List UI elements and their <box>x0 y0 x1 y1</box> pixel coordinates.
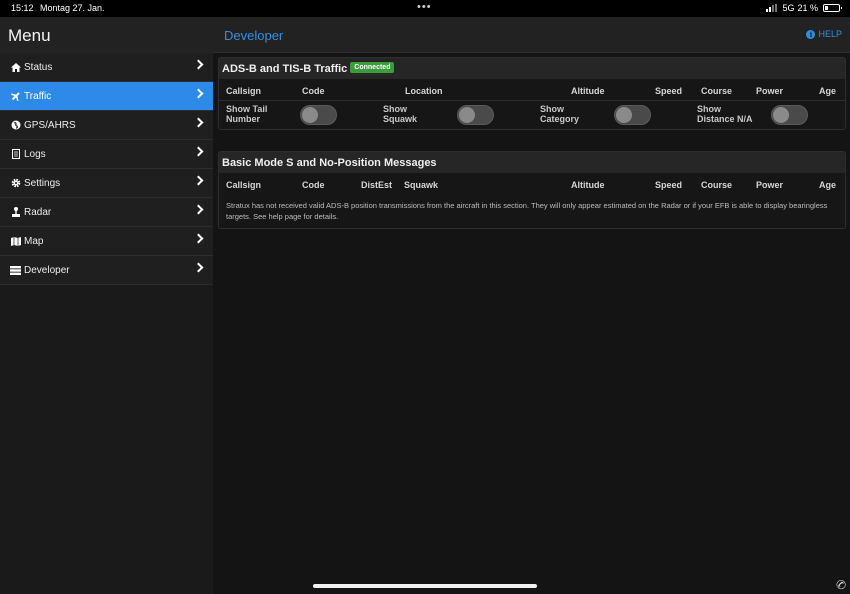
traffic-toggles-row: Show Tail Number Show Squawk Show Category … <box>219 101 845 129</box>
server-icon <box>10 265 21 275</box>
sidebar-item-radar[interactable]: Radar <box>0 198 213 227</box>
menu-title: Menu <box>0 17 213 53</box>
column-header[interactable]: Callsign <box>226 180 261 190</box>
network-label: 5G <box>782 3 795 13</box>
traffic-panel: ADS-B and TIS-B Traffic Connected Callsi… <box>218 57 846 130</box>
sidebar-item-label: Developer <box>24 264 70 276</box>
home-indicator[interactable] <box>313 584 537 588</box>
page-header: Developer i HELP <box>213 17 850 53</box>
column-header[interactable]: Squawk <box>404 180 438 190</box>
mode-s-panel-title: Basic Mode S and No-Position Messages <box>222 157 437 169</box>
status-time: 15:12 <box>11 3 34 13</box>
mode-s-table-header: Callsign Code DistEst Squawk Altitude Sp… <box>219 173 845 195</box>
battery-icon <box>823 4 842 12</box>
toggle-label: Show Squawk <box>383 104 418 124</box>
globe-icon <box>10 120 21 130</box>
traffic-table-header: Callsign Code Location Altitude Speed Co… <box>219 79 845 101</box>
column-header[interactable]: Callsign <box>226 86 261 96</box>
show-squawk-toggle[interactable] <box>457 105 494 125</box>
sidebar-item-map[interactable]: Map <box>0 227 213 256</box>
chevron-right-icon <box>193 59 204 70</box>
sidebar-item-traffic[interactable]: Traffic <box>0 82 213 111</box>
chevron-right-icon <box>193 117 204 128</box>
chevron-right-icon <box>193 175 204 186</box>
column-header[interactable]: Power <box>756 180 783 190</box>
column-header[interactable]: Course <box>701 180 732 190</box>
phone-icon[interactable]: ✆ <box>834 577 848 594</box>
info-icon: i <box>806 29 816 39</box>
sidebar-item-label: Settings <box>24 177 61 189</box>
toggle-label: Show Distance N/A <box>697 104 753 124</box>
column-header[interactable]: Altitude <box>571 86 605 96</box>
sidebar-item-settings[interactable]: Settings <box>0 169 213 198</box>
sidebar-item-label: GPS/AHRS <box>24 119 76 131</box>
column-header[interactable]: Age <box>819 86 836 96</box>
chevron-right-icon <box>193 233 204 244</box>
sidebar-item-label: Map <box>24 235 44 247</box>
signal-icon <box>766 4 778 12</box>
multitasking-dots-icon[interactable]: ••• <box>417 1 432 13</box>
show-tail-number-toggle[interactable] <box>300 105 337 125</box>
map-icon <box>10 236 21 246</box>
status-date: Montag 27. Jan. <box>40 3 105 13</box>
battery-label: 21 % <box>797 3 818 13</box>
column-header[interactable]: Location <box>405 86 443 96</box>
traffic-panel-header: ADS-B and TIS-B Traffic Connected <box>219 58 845 79</box>
sidebar-item-label: Radar <box>24 206 52 218</box>
sidebar-item-status[interactable]: Status <box>0 53 213 82</box>
column-header[interactable]: Course <box>701 86 732 96</box>
mode-s-panel-header: Basic Mode S and No-Position Messages <box>219 152 845 173</box>
home-icon <box>10 62 21 72</box>
sidebar: Menu Status Traffic GPS/AHRS Logs Settin… <box>0 17 213 594</box>
sidebar-item-developer[interactable]: Developer <box>0 256 213 285</box>
chevron-right-icon <box>193 146 204 157</box>
chevron-right-icon <box>193 88 204 99</box>
status-right: 5G 21 % <box>766 3 842 13</box>
sidebar-item-label: Traffic <box>24 90 52 102</box>
status-bar: 15:12 Montag 27. Jan. ••• 5G 21 % <box>0 0 850 17</box>
mode-s-panel: Basic Mode S and No-Position Messages Ca… <box>218 151 846 229</box>
connection-status-badge: Connected <box>350 62 395 73</box>
show-category-toggle[interactable] <box>614 105 651 125</box>
plane-icon <box>10 91 21 101</box>
column-header[interactable]: Code <box>302 86 325 96</box>
help-label: HELP <box>818 29 842 39</box>
document-icon <box>10 149 21 159</box>
toggle-label: Show Category <box>540 104 580 124</box>
toggle-label: Show Tail Number <box>226 104 268 124</box>
mode-s-info-note: Stratux has not received valid ADS-B pos… <box>226 201 828 221</box>
page-title: Developer <box>224 28 284 43</box>
chevron-right-icon <box>193 204 204 215</box>
sidebar-item-gps-ahrs[interactable]: GPS/AHRS <box>0 111 213 140</box>
column-header[interactable]: Speed <box>655 86 682 96</box>
traffic-panel-title: ADS-B and TIS-B Traffic <box>222 63 348 75</box>
help-button[interactable]: i HELP <box>806 29 842 39</box>
sidebar-item-label: Status <box>24 61 53 73</box>
gear-icon <box>10 178 21 188</box>
joystick-icon <box>10 207 21 217</box>
sidebar-item-logs[interactable]: Logs <box>0 140 213 169</box>
column-header[interactable]: Age <box>819 180 836 190</box>
column-header[interactable]: Speed <box>655 180 682 190</box>
show-distance-na-toggle[interactable] <box>771 105 808 125</box>
column-header[interactable]: Power <box>756 86 783 96</box>
chevron-right-icon <box>193 262 204 273</box>
column-header[interactable]: Altitude <box>571 180 605 190</box>
column-header[interactable]: Code <box>302 180 325 190</box>
column-header[interactable]: DistEst <box>361 180 392 190</box>
sidebar-item-label: Logs <box>24 148 46 160</box>
